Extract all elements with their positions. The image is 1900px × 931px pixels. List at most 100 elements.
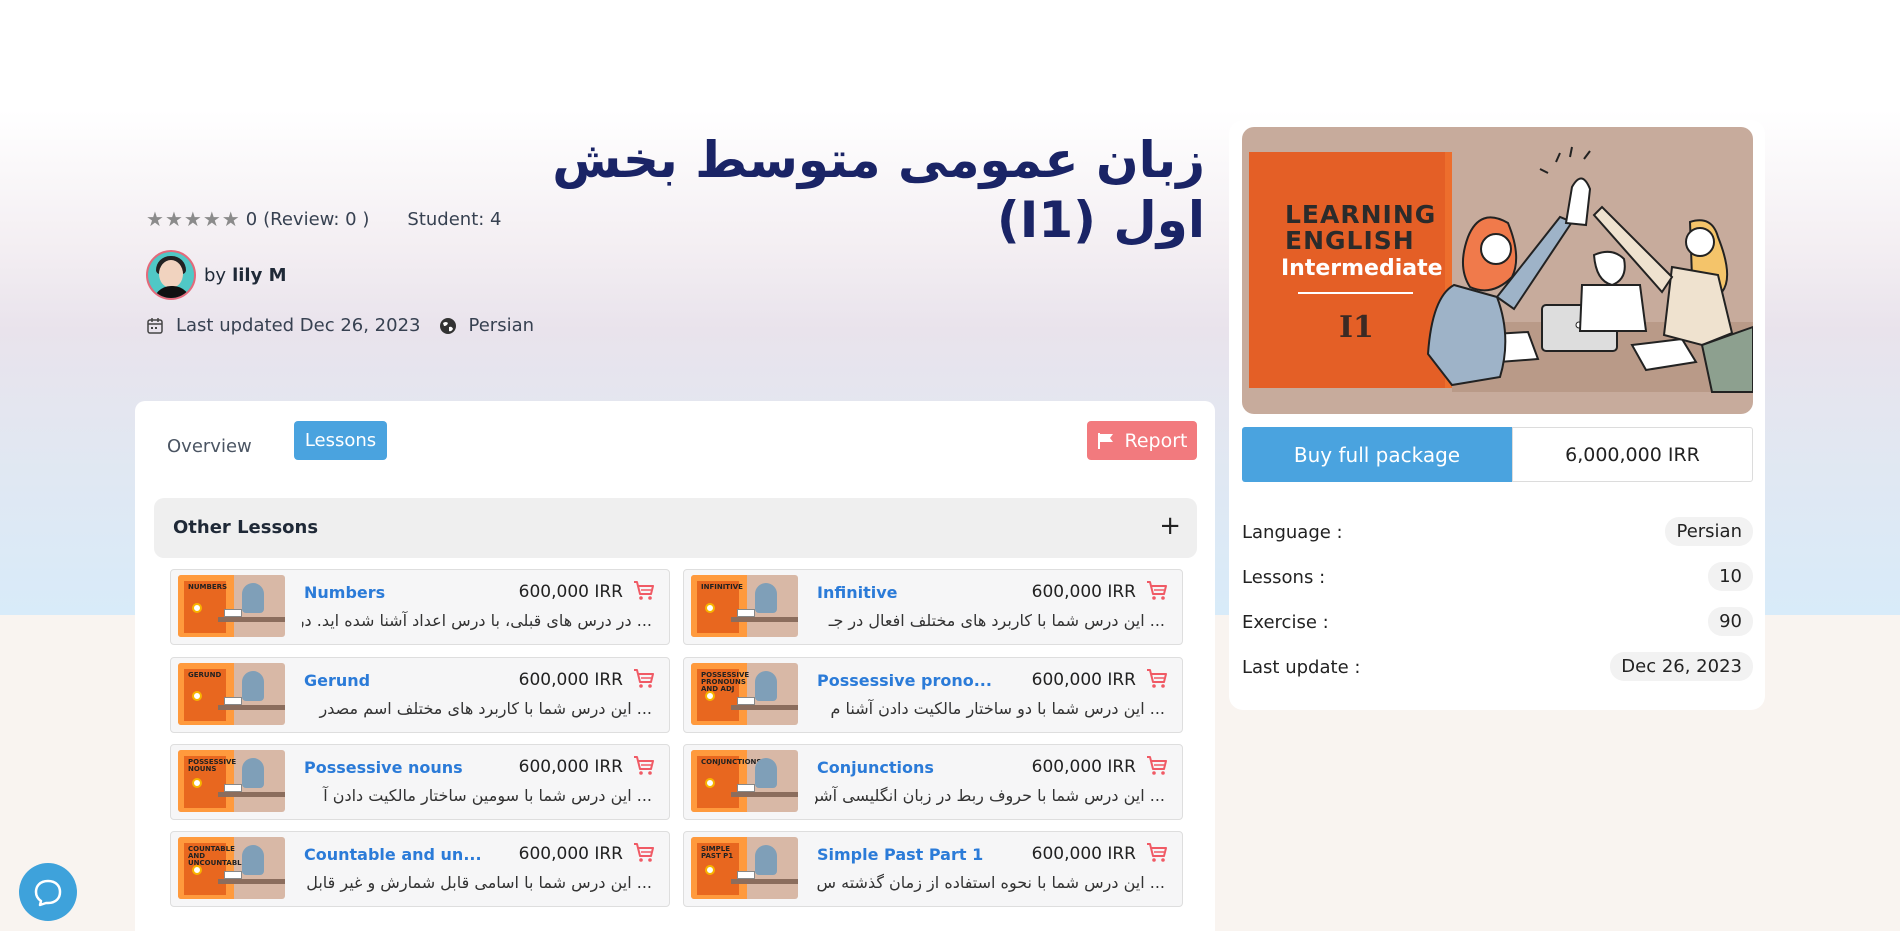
thumbnail-label: INFINITIVE — [701, 583, 743, 591]
star-icon: ★ — [221, 207, 240, 231]
lesson-card[interactable]: GERUND Gerund 600,000 IRR ... این درس شما ب… — [170, 657, 670, 733]
lesson-title[interactable]: Countable and un... — [304, 845, 482, 864]
lesson-thumbnail[interactable]: POSSESSIVE NOUNS — [178, 750, 285, 812]
report-label: Report — [1124, 429, 1188, 452]
author-row: by lily M — [146, 250, 287, 300]
cart-icon[interactable] — [633, 668, 655, 690]
lesson-card[interactable]: NUMBERS Numbers 600,000 IRR ... در درس های … — [170, 569, 670, 645]
other-lessons-accordion[interactable]: Other Lessons + — [154, 498, 1197, 558]
info-value: Persian — [1665, 517, 1753, 546]
cart-icon[interactable] — [1146, 842, 1168, 864]
lesson-description: ... در درس های قبلی، با درس اعداد آشنا ش… — [302, 611, 652, 630]
lesson-title[interactable]: Gerund — [304, 671, 370, 690]
lesson-price: 600,000 IRR — [518, 757, 623, 777]
lesson-thumbnail[interactable]: CONJUNCTIONS — [691, 750, 798, 812]
lesson-description: ... این درس شما با کاربرد های مختلف افعا… — [828, 611, 1165, 630]
rating-value: 0 — [245, 208, 258, 230]
lesson-card[interactable]: CONJUNCTIONS Conjunctions 600,000 IRR ... ا… — [683, 744, 1183, 820]
lesson-title[interactable]: Possessive nouns — [304, 758, 463, 777]
chat-icon — [34, 879, 62, 907]
lesson-description: ... این درس شما با نحوه استفاده از زمان … — [816, 873, 1165, 892]
lesson-thumbnail[interactable]: COUNTABLE AND UNCOUNTABLE — [178, 837, 285, 899]
thumbnail-label: SIMPLE PAST P1 — [701, 845, 734, 860]
by-label: by — [204, 264, 227, 286]
lesson-title[interactable]: Infinitive — [817, 583, 898, 602]
info-value: 10 — [1708, 562, 1753, 591]
plus-icon[interactable]: + — [1159, 512, 1181, 540]
thumbnail-label: GERUND — [188, 671, 222, 679]
info-label: Last update : — [1242, 657, 1361, 678]
thumbnail-label: POSSESSIVE PRONOUNS AND ADJ — [701, 671, 750, 693]
buy-full-package-button[interactable]: Buy full package — [1242, 427, 1512, 482]
info-value: 90 — [1708, 607, 1753, 636]
lesson-description: ... این درس شما با کاربرد های مختلف اسم … — [319, 699, 652, 718]
lesson-card[interactable]: POSSESSIVE NOUNS Possessive nouns 600,000 … — [170, 744, 670, 820]
flag-icon — [1097, 432, 1113, 449]
cart-icon[interactable] — [633, 580, 655, 602]
lesson-thumbnail[interactable]: NUMBERS — [178, 575, 285, 637]
star-icon: ★ — [146, 207, 164, 231]
cart-icon[interactable] — [1146, 580, 1168, 602]
lesson-title[interactable]: Conjunctions — [817, 758, 934, 777]
report-button[interactable]: Report — [1087, 421, 1197, 460]
lesson-description: ... این درس شما با دو ساختار مالکیت دادن… — [830, 699, 1166, 718]
lesson-card[interactable]: INFINITIVE Infinitive 600,000 IRR ... این د… — [683, 569, 1183, 645]
accordion-label: Other Lessons — [173, 517, 319, 538]
thumbnail-label: NUMBERS — [188, 583, 228, 591]
lesson-price: 600,000 IRR — [1031, 844, 1136, 864]
thumbnail-label: POSSESSIVE NOUNS — [188, 758, 237, 773]
page-title: زبان عمومی متوسط بخش اول (I1) — [552, 131, 1205, 249]
lesson-price: 600,000 IRR — [518, 844, 623, 864]
last-updated: Last updated Dec 26, 2023 — [176, 315, 421, 336]
tab-overview[interactable]: Overview — [165, 428, 254, 465]
author-name[interactable]: lily M — [232, 265, 286, 286]
course-details-row: Last updated Dec 26, 2023 Persian — [146, 315, 534, 336]
cart-icon[interactable] — [633, 755, 655, 777]
lesson-title[interactable]: Simple Past Part 1 — [817, 845, 983, 864]
cart-icon[interactable] — [1146, 755, 1168, 777]
lesson-description: ... این درس شما با سومین ساختار مالکیت د… — [323, 786, 652, 805]
avatar[interactable] — [146, 250, 196, 300]
lesson-thumbnail[interactable]: INFINITIVE — [691, 575, 798, 637]
lesson-price: 600,000 IRR — [518, 670, 623, 690]
globe-icon — [439, 317, 456, 334]
thumbnail-label: CONJUNCTIONS — [701, 758, 762, 766]
info-label: Exercise : — [1242, 612, 1329, 633]
course-cover-image: LEARNING ENGLISH Intermediate I1 — [1242, 127, 1753, 414]
info-row-exercise: Exercise : 90 — [1242, 607, 1753, 639]
star-icon: ★ — [183, 207, 202, 231]
cart-icon[interactable] — [633, 842, 655, 864]
calendar-icon — [147, 317, 163, 334]
star-icon: ★ — [164, 207, 183, 231]
lesson-price: 600,000 IRR — [1031, 582, 1136, 602]
info-label: Lessons : — [1242, 567, 1326, 588]
lesson-card[interactable]: POSSESSIVE PRONOUNS AND ADJ Possessive pr… — [683, 657, 1183, 733]
package-price: 6,000,000 IRR — [1512, 427, 1753, 482]
star-icon: ★ — [202, 207, 221, 231]
lesson-card[interactable]: SIMPLE PAST P1 Simple Past Part 1 600,000 … — [683, 831, 1183, 907]
student-count: Student: 4 — [407, 208, 502, 230]
lesson-thumbnail[interactable]: GERUND — [178, 663, 285, 725]
info-label: Language : — [1242, 522, 1343, 543]
high-five-illustration — [1426, 146, 1753, 393]
lesson-description: ... این درس شما با حروف ربط در زبان انگل… — [815, 786, 1165, 805]
lesson-card[interactable]: COUNTABLE AND UNCOUNTABLE Countable and u… — [170, 831, 670, 907]
lesson-description: ... این درس شما با اسامی قابل شمارش و غی… — [306, 873, 652, 892]
tab-lessons[interactable]: Lessons — [294, 421, 387, 460]
lesson-thumbnail[interactable]: SIMPLE PAST P1 — [691, 837, 798, 899]
lesson-title[interactable]: Possessive prono... — [817, 671, 992, 690]
review-count: (Review: 0 ) — [263, 208, 370, 230]
lesson-title[interactable]: Numbers — [304, 583, 385, 602]
cart-icon[interactable] — [1146, 668, 1168, 690]
info-row-language: Language : Persian — [1242, 517, 1753, 549]
lesson-thumbnail[interactable]: POSSESSIVE PRONOUNS AND ADJ — [691, 663, 798, 725]
thumbnail-label: COUNTABLE AND UNCOUNTABLE — [188, 845, 247, 867]
course-language: Persian — [468, 315, 535, 336]
info-row-lessons: Lessons : 10 — [1242, 562, 1753, 594]
info-value: Dec 26, 2023 — [1610, 652, 1753, 681]
lesson-price: 600,000 IRR — [1031, 757, 1136, 777]
chat-button[interactable] — [19, 863, 77, 921]
rating-row: ★ ★ ★ ★ ★ 0 (Review: 0 ) Student: 4 — [146, 208, 502, 230]
info-row-last-update: Last update : Dec 26, 2023 — [1242, 652, 1753, 684]
lesson-price: 600,000 IRR — [518, 582, 623, 602]
